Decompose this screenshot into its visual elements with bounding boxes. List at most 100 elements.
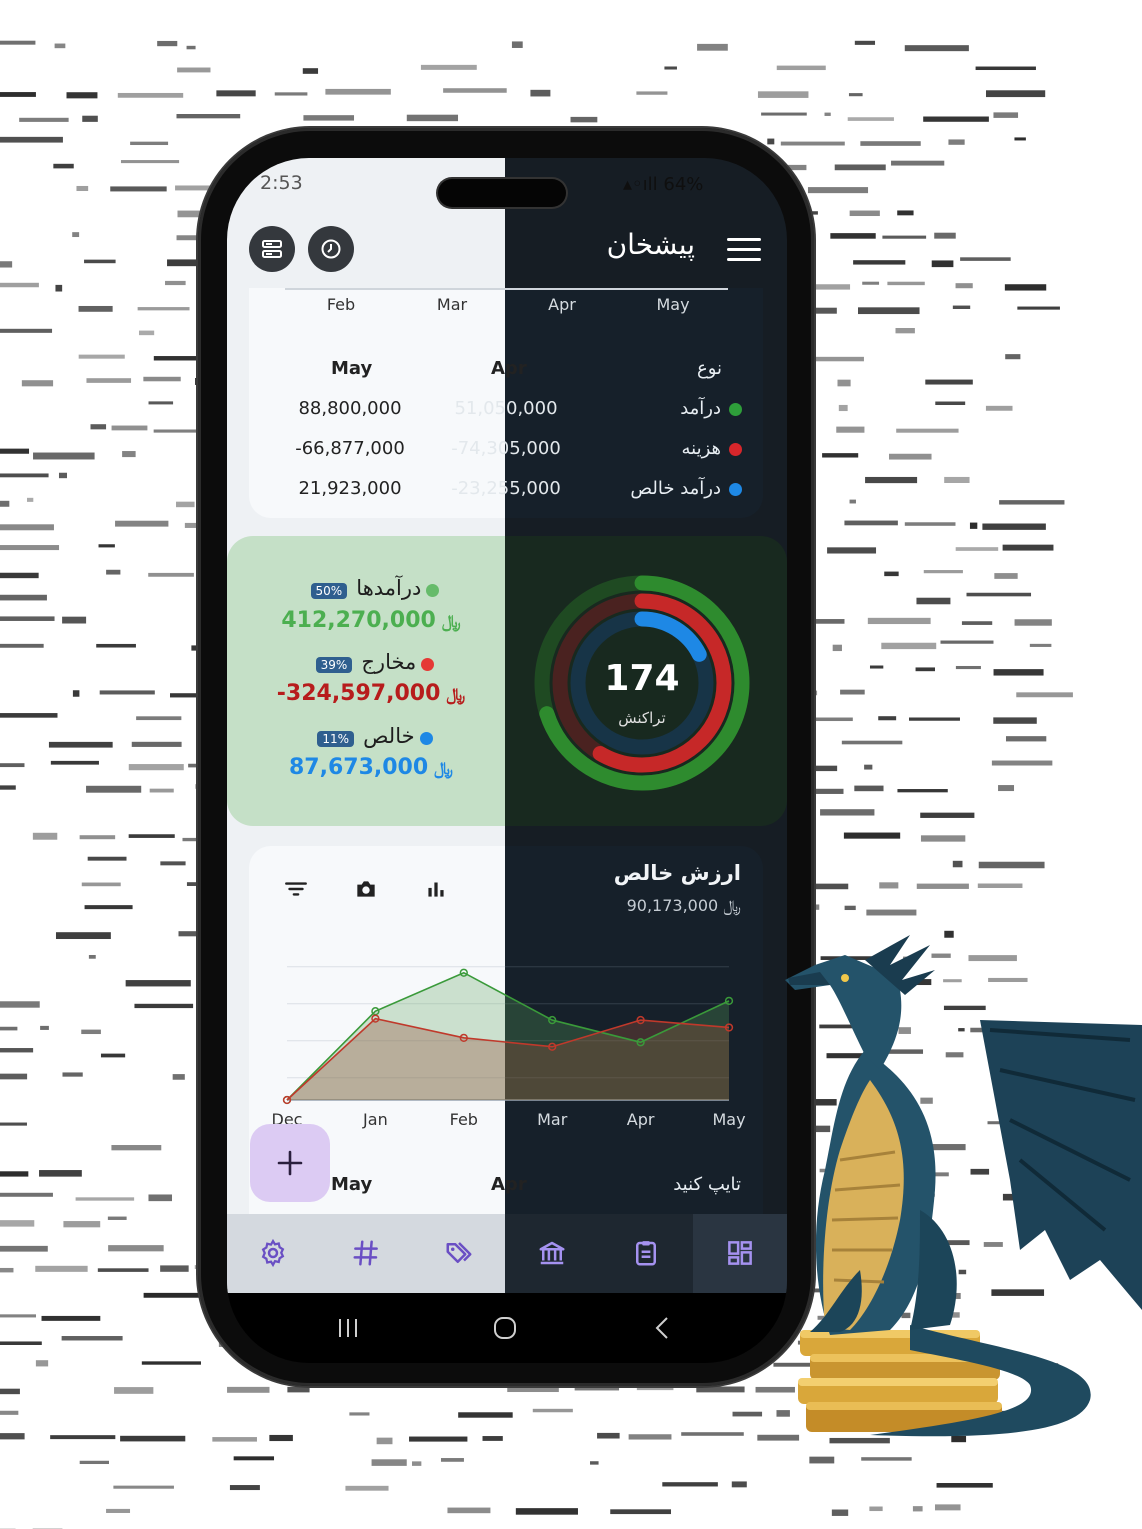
scanline-fragment [0, 713, 58, 718]
bottom-column-apr: Apr [491, 1174, 527, 1195]
history-icon [321, 239, 341, 259]
scanline-fragment [985, 90, 1046, 98]
scanline-fragment [122, 451, 136, 458]
tags-icon[interactable] [444, 1238, 474, 1268]
status-time: 2:53 [260, 172, 303, 194]
scanline-fragment [128, 834, 175, 838]
scanline-fragment [897, 210, 914, 216]
incomes-row: درآمدها 50% [245, 576, 505, 600]
hamburger-menu-icon[interactable] [727, 238, 761, 262]
scanline-fragment [916, 883, 969, 889]
scanline-fragment [302, 68, 319, 74]
cell-expense-apr: -74,305,000 [451, 438, 561, 459]
scanline-fragment [831, 1509, 849, 1516]
scanline-fragment [0, 545, 60, 551]
scanline-fragment [891, 160, 945, 166]
scanline-fragment [406, 114, 459, 122]
scanline-fragment [0, 1192, 53, 1197]
home-icon[interactable] [492, 1315, 518, 1341]
scanline-fragment [696, 1386, 745, 1393]
transactions-ring: 174 تراکنش [534, 575, 750, 791]
camera-icon[interactable] [353, 876, 379, 902]
scanline-fragment [90, 424, 107, 430]
scanline-fragment [58, 472, 68, 479]
filter-icon[interactable] [283, 876, 309, 902]
scanline-fragment [165, 280, 186, 286]
scanline-fragment [836, 426, 865, 433]
scanline-fragment [961, 621, 993, 625]
scanline-fragment [854, 785, 884, 792]
back-icon[interactable] [650, 1315, 676, 1341]
scanline-fragment [0, 328, 53, 333]
scanline-fragment [176, 114, 241, 119]
scanline-fragment [908, 717, 960, 721]
bar-chart-icon[interactable] [423, 876, 449, 902]
scanline-fragment [664, 66, 677, 70]
scanline-fragment [88, 954, 96, 959]
scanline-fragment [895, 328, 915, 334]
row-label-net: درآمد خالص [567, 478, 742, 499]
month-label: Feb [326, 295, 356, 314]
scanline-fragment [940, 640, 994, 644]
scanline-fragment [0, 524, 54, 531]
bank-icon[interactable] [537, 1238, 567, 1268]
scanline-fragment [896, 428, 959, 433]
x-tick-label: May [712, 1110, 746, 1129]
scanline-fragment [860, 141, 921, 146]
scanline-fragment [186, 45, 196, 50]
scanline-fragment [120, 160, 180, 164]
scanline-fragment [325, 88, 391, 95]
row-label-expense: هزینه [587, 438, 742, 459]
scanline-fragment [376, 1437, 393, 1445]
plus-icon [277, 1150, 303, 1176]
scanline-fragment [0, 616, 55, 621]
incomes-amount: 412,270,000 ﷼ [281, 608, 461, 633]
scanline-fragment [532, 1408, 573, 1413]
history-button[interactable] [308, 226, 354, 272]
dashboard-icon[interactable] [725, 1238, 755, 1268]
scanline-fragment [440, 1458, 464, 1462]
scanline-fragment [952, 860, 963, 868]
scanline-fragment [934, 232, 956, 239]
scanline-fragment [98, 544, 115, 548]
scanline-fragment [0, 1341, 42, 1345]
scanline-fragment [0, 448, 30, 454]
list-button[interactable] [249, 226, 295, 272]
scanline-fragment [130, 141, 169, 146]
net-row: خالص 11% [245, 724, 505, 748]
scanline-fragment [106, 1508, 131, 1513]
scanline-fragment [63, 1221, 101, 1228]
scanline-fragment [115, 520, 169, 527]
scanline-fragment [110, 186, 167, 192]
clipboard-icon[interactable] [631, 1238, 661, 1268]
net-worth-chart [282, 966, 734, 1105]
scanline-fragment [0, 1026, 18, 1031]
scanline-fragment [33, 452, 95, 460]
scanline-fragment [697, 43, 728, 51]
scanline-fragment [824, 112, 831, 116]
scanline-fragment [176, 235, 200, 241]
scanline-fragment [628, 1434, 672, 1440]
scanline-fragment [62, 1072, 83, 1077]
scanline-fragment [81, 882, 121, 887]
scanline-fragment [0, 1388, 20, 1395]
add-transaction-button[interactable] [250, 1124, 330, 1202]
scanline-fragment [0, 572, 39, 579]
column-header-may: May [331, 358, 373, 379]
battery-percent: 64% [663, 174, 704, 195]
scanline-fragment [0, 92, 36, 97]
recents-icon[interactable] [335, 1315, 361, 1341]
scanline-fragment [0, 1433, 25, 1440]
settings-icon[interactable] [258, 1238, 288, 1268]
scanline-fragment [882, 235, 927, 239]
scanline-fragment [761, 112, 807, 116]
scanline-fragment [117, 92, 184, 98]
scanline-fragment [111, 1145, 162, 1151]
scanline-fragment [233, 1456, 275, 1461]
scanline-fragment [897, 789, 948, 793]
scanline-fragment [515, 1508, 578, 1515]
hashtag-icon[interactable] [351, 1238, 381, 1268]
x-tick-label: Mar [537, 1110, 568, 1129]
scanline-fragment [867, 617, 931, 625]
scanline-fragment [482, 1436, 503, 1441]
